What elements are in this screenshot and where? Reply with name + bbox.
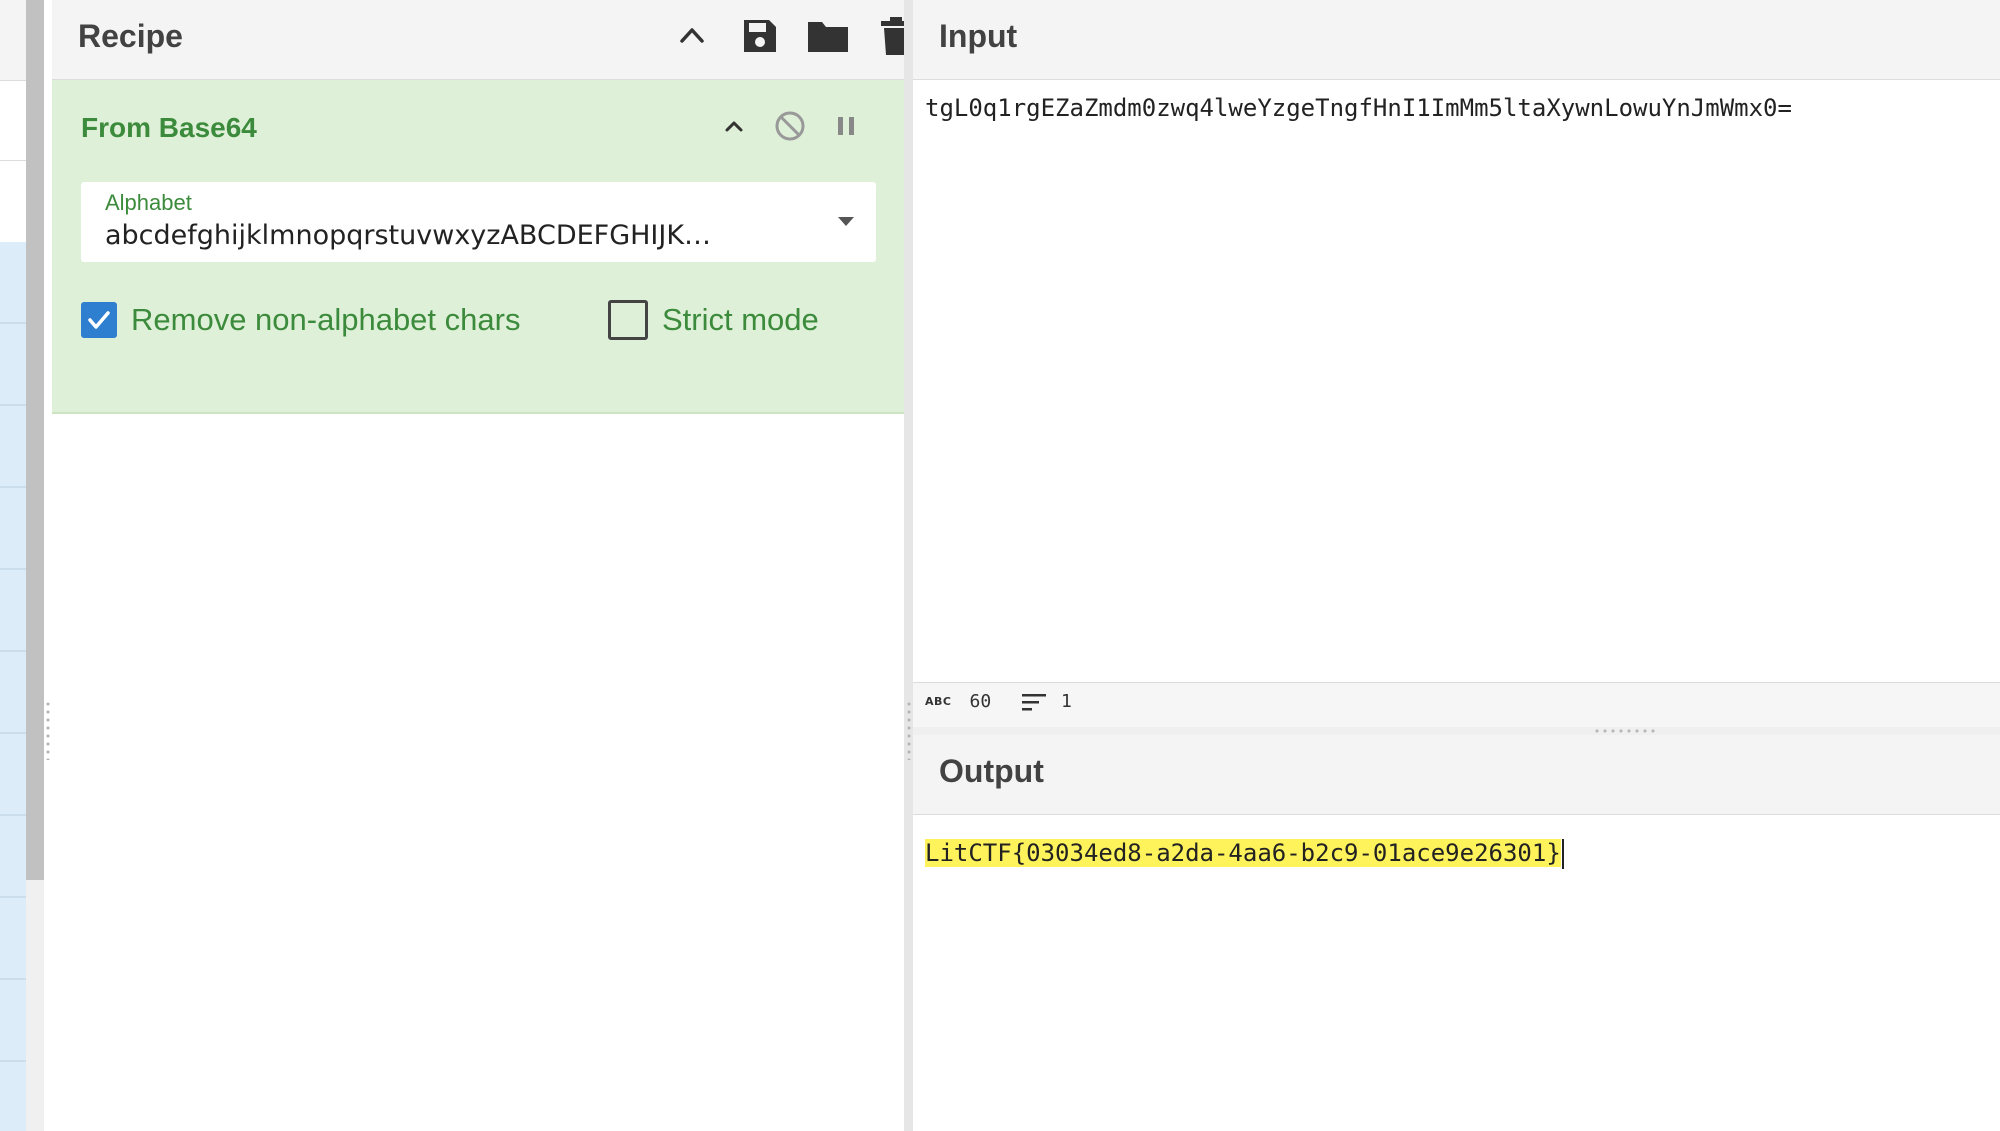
input-lines-stat: 1	[1021, 691, 1072, 712]
output-header: Output	[913, 735, 2000, 815]
remove-nonalphabet-label: Remove non-alphabet chars	[131, 302, 521, 337]
output-title: Output	[939, 753, 1044, 789]
folder-icon	[808, 22, 848, 52]
alphabet-label: Alphabet	[105, 190, 192, 215]
lines-icon	[1022, 693, 1046, 710]
recipe-panel: Recipe From Base64 Alphabet abcdefghijkl…	[52, 0, 911, 1131]
operations-category-edge	[0, 80, 26, 161]
load-recipe-button[interactable]	[804, 12, 852, 60]
output-highlighted-text[interactable]: LitCTF{03034ed8-a2da-4aa6-b2c9-01ace9e26…	[925, 839, 1561, 867]
input-header: Input	[913, 0, 2000, 80]
alphabet-select[interactable]: Alphabet abcdefghijklmnopqrstuvwxyzABCDE…	[81, 182, 876, 262]
output-text-area[interactable]: LitCTF{03034ed8-a2da-4aa6-b2c9-01ace9e26…	[925, 839, 1564, 869]
collapse-all-button[interactable]	[668, 12, 716, 60]
length-icon: ABC	[925, 695, 952, 708]
io-split-handle[interactable]	[913, 727, 2000, 735]
operation-collapse-button[interactable]	[712, 104, 756, 148]
input-length-stat: ABC 60	[925, 691, 991, 712]
operations-scrollbar[interactable]	[26, 0, 44, 1131]
input-status-bar: ABC 60 1	[913, 682, 2000, 728]
chevron-down-icon	[838, 217, 854, 226]
strict-mode-checkbox[interactable]: Strict mode	[608, 298, 819, 342]
column-resize-handle[interactable]	[46, 700, 50, 760]
operations-list-edge	[0, 0, 27, 1131]
drag-grip-icon[interactable]	[1593, 729, 1657, 733]
input-title: Input	[939, 18, 1018, 54]
operation-breakpoint-button[interactable]	[824, 104, 868, 148]
checkbox-checked-icon[interactable]	[81, 302, 117, 338]
chevron-up-icon	[680, 28, 704, 43]
remove-nonalphabet-checkbox[interactable]: Remove non-alphabet chars	[81, 298, 520, 342]
operation-from-base64[interactable]: From Base64 Alphabet abcdefghijklmnopqrs…	[52, 80, 904, 414]
disable-icon	[775, 111, 805, 141]
output-panel: Output LitCTF{03034ed8-a2da-4aa6-b2c9-01…	[913, 735, 2000, 1131]
text-cursor	[1561, 839, 1564, 869]
operations-search-edge	[0, 0, 26, 81]
save-icon	[744, 20, 776, 52]
chevron-up-icon	[725, 121, 743, 132]
input-panel: Input tgL0q1rgEZaZmdm0zwq4lweYzgeTngfHnI…	[913, 0, 2000, 682]
input-length-value: 60	[969, 691, 992, 712]
input-text-area[interactable]: tgL0q1rgEZaZmdm0zwq4lweYzgeTngfHnI1ImMm5…	[925, 94, 1792, 122]
pause-icon	[838, 117, 854, 135]
checkmark-icon	[88, 311, 110, 329]
save-recipe-button[interactable]	[736, 12, 784, 60]
checkbox-unchecked-icon[interactable]	[608, 300, 648, 340]
recipe-header: Recipe	[52, 0, 911, 80]
operation-title: From Base64	[81, 112, 257, 143]
input-lines-value: 1	[1061, 691, 1072, 712]
strict-mode-label: Strict mode	[662, 302, 819, 337]
operations-category-edge	[0, 160, 26, 243]
operation-disable-button[interactable]	[768, 104, 812, 148]
operations-scrollbar-thumb[interactable]	[26, 0, 44, 880]
panel-resize-handle[interactable]	[907, 700, 911, 760]
panel-divider[interactable]	[904, 0, 913, 1131]
operations-favourites-edge	[0, 242, 26, 1131]
recipe-title: Recipe	[78, 18, 183, 54]
alphabet-value: abcdefghijklmnopqrstuvwxyzABCDEFGHIJK…	[105, 220, 712, 251]
